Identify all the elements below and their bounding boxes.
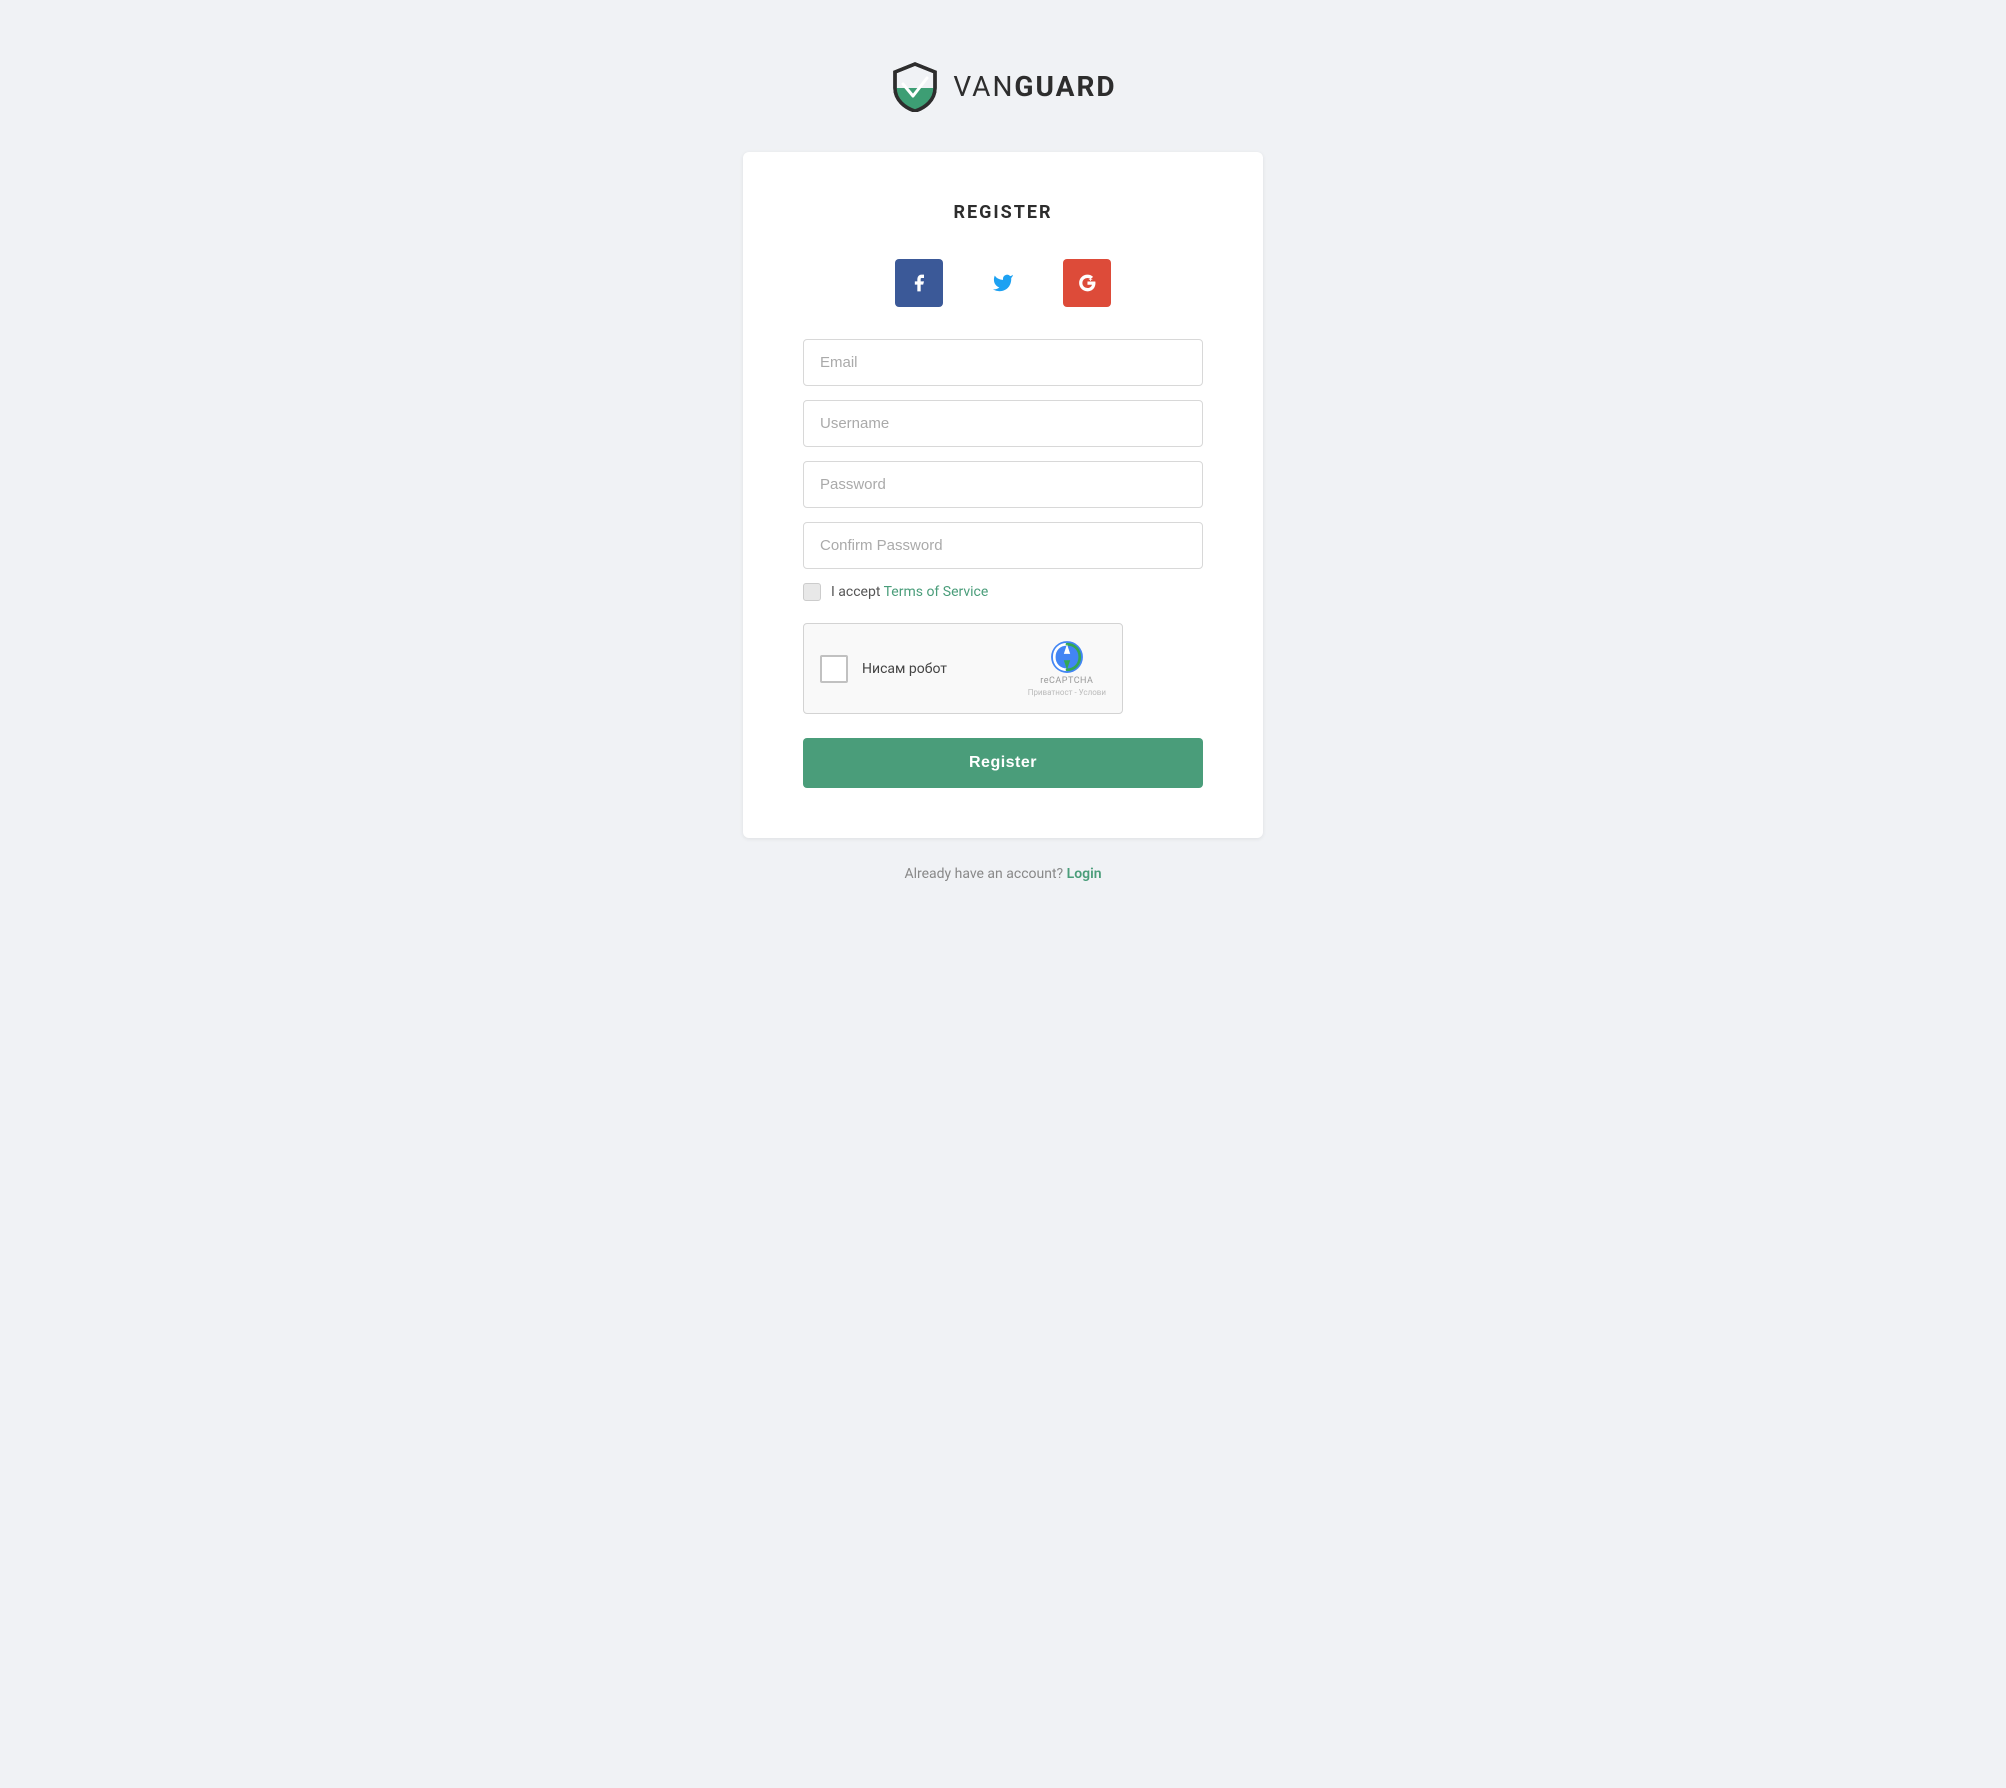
terms-row: I accept Terms of Service <box>803 583 1203 601</box>
svg-text:+: + <box>1089 276 1093 283</box>
captcha-right: reCAPTCHA Приватност - Услови <box>1028 640 1106 697</box>
terms-text: I accept <box>831 584 884 600</box>
email-input[interactable] <box>803 339 1203 386</box>
captcha-text: Нисам робот <box>862 661 947 677</box>
social-buttons-row: + <box>803 259 1203 307</box>
password-input[interactable] <box>803 461 1203 508</box>
google-icon: + <box>1077 273 1097 293</box>
confirm-password-input[interactable] <box>803 522 1203 569</box>
email-group <box>803 339 1203 386</box>
captcha-checkbox[interactable] <box>820 655 848 683</box>
logo: VANGUARD <box>889 60 1116 112</box>
password-group <box>803 461 1203 508</box>
login-prompt-text: Already have an account? <box>904 866 1063 882</box>
login-link[interactable]: Login <box>1067 866 1102 882</box>
register-button[interactable]: Register <box>803 738 1203 788</box>
terms-checkbox[interactable] <box>803 583 821 601</box>
facebook-icon <box>909 273 929 293</box>
twitter-button[interactable] <box>979 259 1027 307</box>
vanguard-logo-icon <box>889 60 941 112</box>
terms-label: I accept Terms of Service <box>831 584 988 600</box>
logo-text: VANGUARD <box>953 70 1116 103</box>
captcha-left: Нисам робот <box>820 655 947 683</box>
confirm-password-group <box>803 522 1203 569</box>
facebook-button[interactable] <box>895 259 943 307</box>
recaptcha-widget[interactable]: Нисам робот reCAPTCHA Приватност - Услов… <box>803 623 1123 714</box>
recaptcha-icon <box>1050 640 1084 674</box>
username-input[interactable] <box>803 400 1203 447</box>
google-button[interactable]: + <box>1063 259 1111 307</box>
recaptcha-label: reCAPTCHA <box>1040 676 1093 686</box>
register-title: REGISTER <box>803 202 1203 223</box>
recaptcha-sub: Приватност - Услови <box>1028 688 1106 697</box>
twitter-icon <box>992 272 1014 294</box>
username-group <box>803 400 1203 447</box>
logo-guard: GUARD <box>1014 70 1116 103</box>
logo-van: VAN <box>953 70 1014 103</box>
register-card: REGISTER + <box>743 152 1263 838</box>
terms-of-service-link[interactable]: Terms of Service <box>884 584 989 600</box>
login-prompt-row: Already have an account? Login <box>904 866 1101 882</box>
